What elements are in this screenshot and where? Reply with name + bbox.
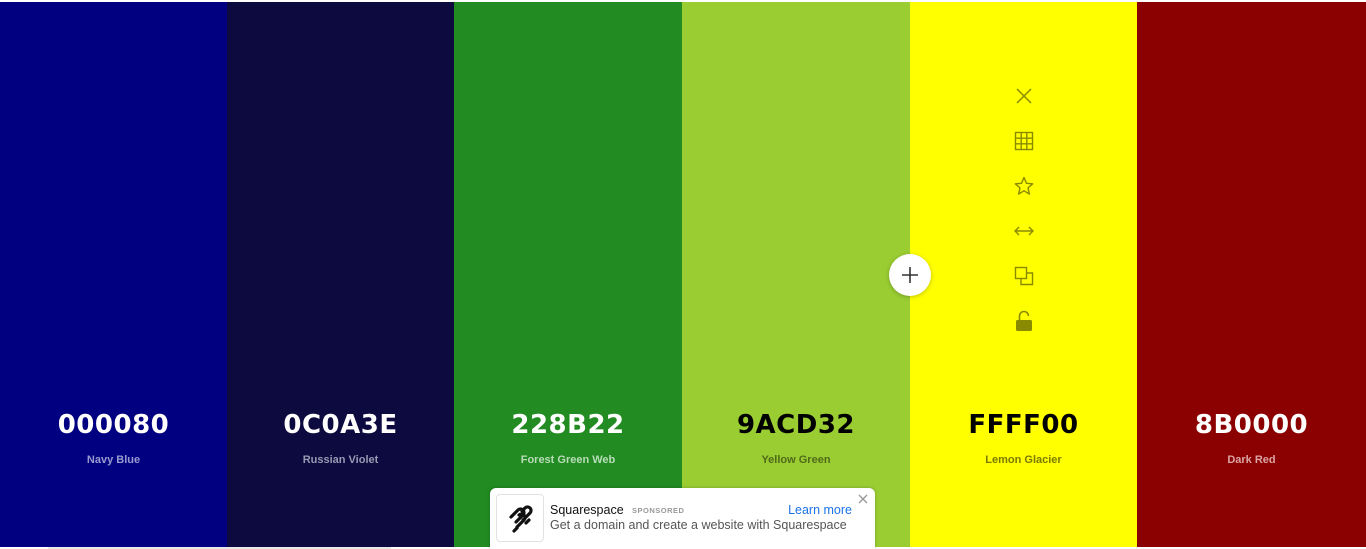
swatch-dark-red[interactable]: 8B0000 Dark Red: [1137, 2, 1366, 547]
ad-sponsored-tag: SPONSORED: [632, 506, 685, 515]
swatch-forest-green-web[interactable]: 228B22 Forest Green Web: [454, 2, 682, 547]
close-icon[interactable]: [858, 491, 870, 504]
sponsored-ad[interactable]: Squarespace SPONSORED Learn more Get a d…: [490, 488, 875, 549]
color-name[interactable]: Navy Blue: [0, 454, 227, 466]
star-icon[interactable]: [1012, 174, 1036, 198]
grid-icon[interactable]: [1012, 129, 1036, 153]
hex-code[interactable]: FFFF00: [910, 410, 1137, 440]
squarespace-logo-icon: [496, 494, 544, 542]
swatch-toolbar: [910, 84, 1137, 354]
swatch-navy-blue[interactable]: 000080 Navy Blue: [0, 2, 227, 547]
hex-code[interactable]: 9ACD32: [682, 410, 910, 440]
close-icon[interactable]: [1012, 84, 1036, 108]
ad-description: Get a domain and create a website with S…: [550, 518, 847, 532]
swatch-russian-violet[interactable]: 0C0A3E Russian Violet: [227, 2, 454, 547]
copy-icon[interactable]: [1012, 264, 1036, 288]
color-palette: 000080 Navy Blue 0C0A3E Russian Violet 2…: [0, 2, 1366, 547]
swatch-yellow-green[interactable]: 9ACD32 Yellow Green: [682, 2, 910, 547]
color-name[interactable]: Russian Violet: [227, 454, 454, 466]
color-name[interactable]: Lemon Glacier: [910, 454, 1137, 466]
drag-arrows-icon[interactable]: [1012, 219, 1036, 243]
ad-learn-more-link[interactable]: Learn more: [788, 503, 852, 517]
hex-code[interactable]: 8B0000: [1137, 410, 1366, 440]
color-name[interactable]: Dark Red: [1137, 454, 1366, 466]
swatch-lemon-glacier[interactable]: FFFF00 Lemon Glacier: [910, 2, 1137, 547]
hex-code[interactable]: 000080: [0, 410, 227, 440]
ad-brand: Squarespace: [550, 503, 624, 517]
unlock-icon[interactable]: [1012, 309, 1036, 333]
color-name[interactable]: Forest Green Web: [454, 454, 682, 466]
add-color-button[interactable]: [889, 254, 931, 296]
plus-icon: [902, 267, 918, 283]
hex-code[interactable]: 0C0A3E: [227, 410, 454, 440]
hex-code[interactable]: 228B22: [454, 410, 682, 440]
color-name[interactable]: Yellow Green: [682, 454, 910, 466]
